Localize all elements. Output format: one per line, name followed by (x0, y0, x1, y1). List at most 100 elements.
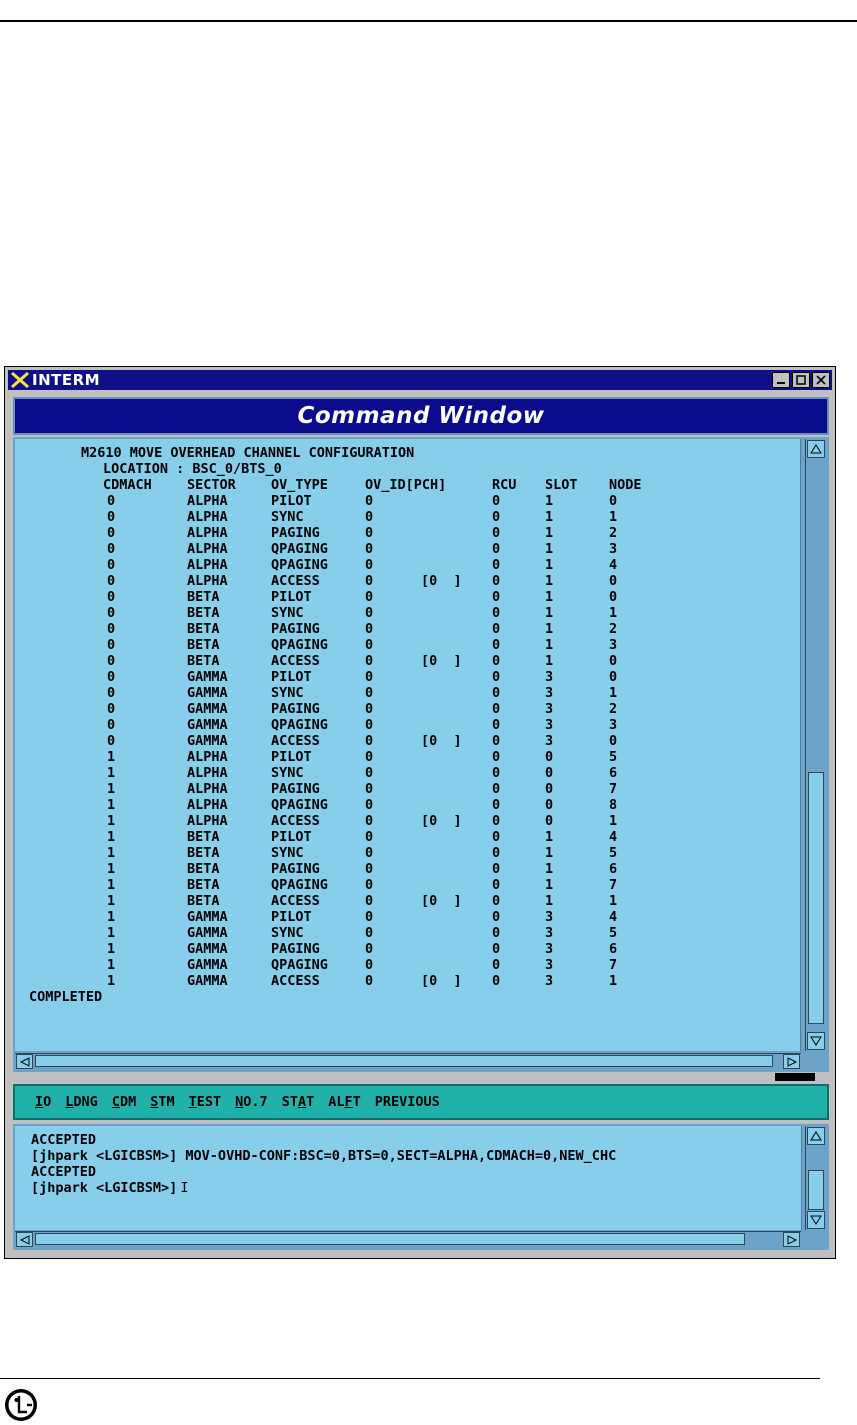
table-cell: 1 (107, 781, 116, 797)
table-cell: PILOT (271, 493, 312, 509)
triangle-down-icon (810, 1036, 822, 1046)
table-cell: 2 (609, 701, 618, 717)
menu-item-test[interactable]: TEST (189, 1094, 222, 1110)
scroll-down-arrow[interactable] (807, 1032, 825, 1050)
table-cell: 1 (545, 557, 554, 573)
input-scroll-left-arrow[interactable] (16, 1232, 33, 1247)
table-cell: 0 (492, 893, 501, 909)
table-cell: 0 (107, 621, 116, 637)
table-row: 1 ALPHA PILOT 0 0 0 5 (15, 749, 795, 765)
table-row: 1 GAMMA SYNC 0 0 3 5 (15, 925, 795, 941)
title-bar[interactable]: INTERM (8, 370, 832, 390)
table-cell: ALPHA (187, 557, 228, 573)
text-cursor-icon: I (180, 1180, 189, 1196)
input-horizontal-scrollbar[interactable] (15, 1231, 801, 1248)
input-vertical-scrollbar[interactable] (805, 1126, 827, 1230)
table-cell: 0 (492, 957, 501, 973)
table-cell: 0 (365, 493, 374, 509)
output-vertical-scrollbar[interactable] (805, 439, 827, 1051)
pch-cell: [0 ] (421, 893, 462, 909)
scroll-left-arrow[interactable] (16, 1054, 33, 1069)
input-pane: ACCEPTED [jhpark <LGICBSM>] MOV-OVHD-CONF… (13, 1124, 829, 1250)
table-cell: 0 (492, 637, 501, 653)
input-scroll-thumb[interactable] (808, 1170, 824, 1210)
table-cell: PILOT (271, 749, 312, 765)
table-cell: 0 (365, 557, 374, 573)
table-cell: 0 (107, 685, 116, 701)
input-horizontal-scroll-thumb[interactable] (35, 1233, 745, 1245)
table-cell: 3 (545, 909, 554, 925)
menu-item-previous[interactable]: PREVIOUS (375, 1094, 440, 1110)
table-cell: 1 (107, 925, 116, 941)
table-row: 0 BETA PILOT 0 0 1 0 (15, 589, 795, 605)
menu-item-alft[interactable]: ALFT (328, 1094, 361, 1110)
command-input-area[interactable]: ACCEPTED [jhpark <LGICBSM>] MOV-OVHD-CONF… (15, 1126, 802, 1230)
menu-item-io[interactable]: IO (35, 1094, 51, 1110)
table-cell: QPAGING (271, 957, 328, 973)
output-horizontal-scrollbar[interactable] (15, 1053, 801, 1070)
maximize-button[interactable] (792, 372, 810, 388)
horizontal-scroll-thumb[interactable] (35, 1055, 773, 1067)
scroll-up-arrow[interactable] (807, 440, 825, 458)
table-cell: ALPHA (187, 765, 228, 781)
table-cell: 0 (365, 573, 374, 589)
table-cell: 0 (545, 765, 554, 781)
table-cell: SYNC (271, 925, 304, 941)
triangle-up-icon (810, 1131, 822, 1141)
scroll-thumb[interactable] (808, 772, 824, 1024)
column-header: SECTOR (187, 477, 236, 493)
table-cell: 0 (365, 669, 374, 685)
pch-cell: [0 ] (421, 813, 462, 829)
table-cell: 0 (107, 525, 116, 541)
table-cell: 0 (609, 669, 618, 685)
table-cell: 1 (609, 509, 618, 525)
table-cell: 1 (107, 749, 116, 765)
table-cell: 0 (107, 573, 116, 589)
column-header: OV_ID[PCH] (365, 477, 447, 493)
table-row: 0 ALPHA SYNC 0 0 1 1 (15, 509, 795, 525)
table-cell: 0 (492, 781, 501, 797)
table-row: 0 BETA ACCESS 0 0 1 0 [0 ] (15, 653, 795, 669)
table-cell: 1 (107, 973, 116, 989)
table-cell: ACCESS (271, 573, 320, 589)
table-cell: 0 (365, 957, 374, 973)
pch-cell: [0 ] (421, 733, 462, 749)
input-scroll-down-arrow[interactable] (807, 1211, 825, 1229)
table-row: 0 ALPHA QPAGING 0 0 1 3 (15, 541, 795, 557)
menu-item-no7[interactable]: NO.7 (235, 1094, 268, 1110)
table-cell: 1 (545, 525, 554, 541)
input-scroll-right-arrow[interactable] (783, 1232, 800, 1247)
pane-sash[interactable] (775, 1073, 815, 1081)
table-cell: 1 (545, 621, 554, 637)
output-area[interactable]: M2610 MOVE OVERHEAD CHANNEL CONFIGURATIO… (15, 439, 801, 1051)
table-row: 1 ALPHA ACCESS 0 0 0 1 [0 ] (15, 813, 795, 829)
table-cell: 3 (545, 685, 554, 701)
table-cell: 0 (107, 509, 116, 525)
scroll-right-arrow[interactable] (783, 1054, 800, 1069)
menu-item-stat[interactable]: STAT (282, 1094, 315, 1110)
table-cell: BETA (187, 893, 220, 909)
table-cell: PAGING (271, 861, 320, 877)
menu-item-ldng[interactable]: LDNG (65, 1094, 98, 1110)
table-cell: PAGING (271, 621, 320, 637)
table-cell: 0 (492, 749, 501, 765)
table-cell: QPAGING (271, 541, 328, 557)
menu-item-stm[interactable]: STM (150, 1094, 174, 1110)
table-cell: GAMMA (187, 685, 228, 701)
table-cell: ALPHA (187, 541, 228, 557)
table-cell: 0 (492, 925, 501, 941)
input-scroll-up-arrow[interactable] (807, 1127, 825, 1145)
table-cell: GAMMA (187, 973, 228, 989)
table-cell: 0 (365, 701, 374, 717)
minimize-button[interactable] (772, 372, 790, 388)
table-cell: PAGING (271, 701, 320, 717)
table-cell: 0 (492, 941, 501, 957)
close-button[interactable] (812, 372, 830, 388)
table-cell: 0 (365, 941, 374, 957)
table-row: 0 GAMMA ACCESS 0 0 3 0 [0 ] (15, 733, 795, 749)
menu-item-cdm[interactable]: CDM (112, 1094, 136, 1110)
table-cell: 0 (492, 909, 501, 925)
column-header: NODE (609, 477, 642, 493)
table-cell: 0 (365, 733, 374, 749)
table-cell: 0 (365, 685, 374, 701)
